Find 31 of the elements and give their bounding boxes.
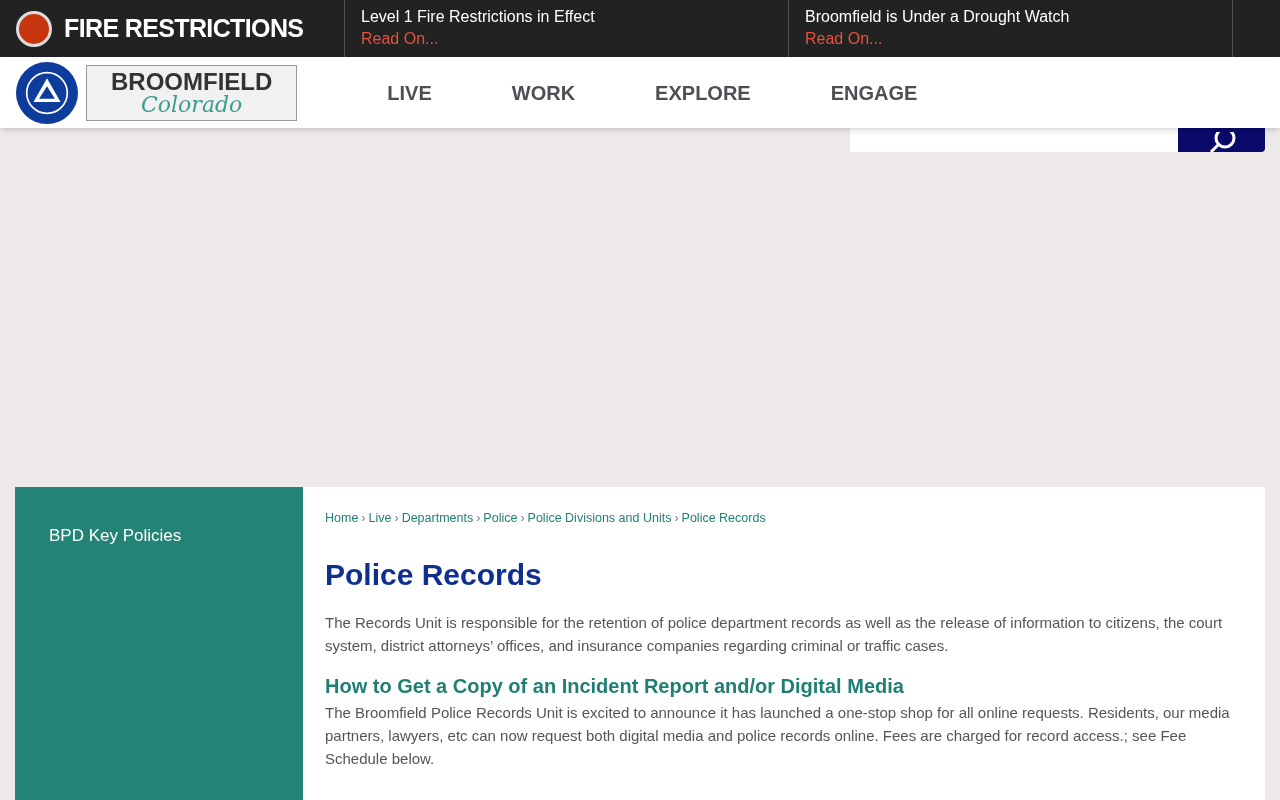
breadcrumb-separator: ›: [476, 510, 481, 527]
breadcrumb-separator: ›: [674, 510, 679, 527]
search-button[interactable]: [1178, 128, 1265, 152]
sidebar-link[interactable]: BPD Key Policies: [49, 523, 303, 549]
alert-headline: Level 1 Fire Restrictions in Effect: [361, 7, 596, 27]
nav-link[interactable]: EXPLORE: [655, 77, 751, 108]
nav-link[interactable]: LIVE: [387, 77, 432, 108]
breadcrumb-separator: ›: [394, 510, 399, 527]
alert-title: FIRE RESTRICTIONS: [64, 12, 304, 44]
breadcrumb-separator: ›: [520, 510, 525, 527]
intro-paragraph: The Records Unit is responsible for the retention of police department records as well as the release of information to citizens, the court system, district attorneys’ offices, and insurance companies regarding criminal or traffic cases.: [325, 612, 1224, 656]
wordmark: BROOMFIELD: [111, 69, 273, 94]
breadcrumb-link[interactable]: Police: [483, 509, 518, 528]
read-on-link[interactable]: Read On...: [805, 28, 883, 50]
alert-light-icon: [16, 10, 52, 47]
breadcrumb-link[interactable]: Police Divisions and Units: [527, 509, 672, 528]
breadcrumb-link[interactable]: Departments: [401, 509, 474, 528]
breadcrumb-link[interactable]: Live: [368, 509, 392, 528]
breadcrumb-separator: ›: [361, 510, 366, 527]
nav-link[interactable]: ENGAGE: [830, 77, 918, 108]
alert-headline: Broomfield is Under a Drought Watch: [805, 7, 1071, 27]
section-heading: How to Get a Copy of an Incident Report and/or Digital Media: [325, 673, 905, 699]
wordmark-script: Colorado: [141, 93, 243, 116]
breadcrumb-link[interactable]: Home: [325, 509, 359, 528]
read-on-link[interactable]: Read On...: [361, 28, 439, 50]
search-field[interactable]: [850, 128, 1178, 152]
breadcrumb-link[interactable]: Police Records: [681, 509, 766, 528]
section-paragraph: The Broomfield Police Records Unit is excited to announce it has launched a one-stop shop for all online requests. Residents, our media partners, lawyers, etc can now request both digital media and police records online. Fees are charged for record access.; see Fee Schedule below.: [325, 702, 1231, 769]
nav-link[interactable]: WORK: [511, 77, 576, 108]
city-seal-icon: [16, 61, 78, 124]
page-title: Police Records: [325, 556, 543, 593]
